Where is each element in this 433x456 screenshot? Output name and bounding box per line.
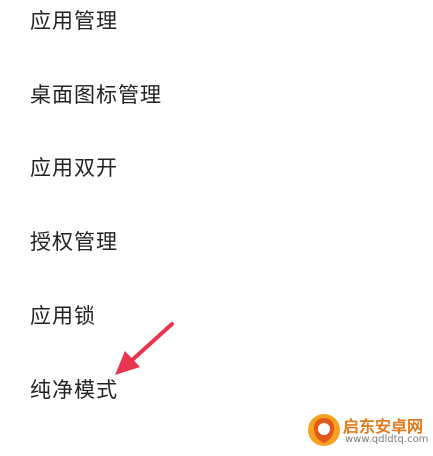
menu-item-label: 应用锁 [30,304,96,328]
watermark-logo-icon [308,414,340,446]
menu-item-dual-apps[interactable]: 应用双开 [0,147,433,187]
menu-item-app-lock[interactable]: 应用锁 [0,295,433,335]
menu-item-pure-mode[interactable]: 纯净模式 [0,369,433,409]
menu-item-permission-management[interactable]: 授权管理 [0,221,433,261]
menu-item-desktop-icon-management[interactable]: 桌面图标管理 [0,74,433,114]
watermark-url: www.qdldtq.com [345,434,429,445]
settings-menu: 应用管理 桌面图标管理 应用双开 授权管理 应用锁 纯净模式 [0,0,433,456]
watermark: 启东安卓网 www.qdldtq.com [306,410,430,452]
menu-item-label: 授权管理 [30,230,118,254]
menu-item-label: 纯净模式 [30,378,118,402]
menu-item-app-management[interactable]: 应用管理 [0,0,433,40]
menu-item-label: 桌面图标管理 [30,83,162,107]
menu-item-label: 应用双开 [30,156,118,180]
menu-item-label: 应用管理 [30,9,118,33]
